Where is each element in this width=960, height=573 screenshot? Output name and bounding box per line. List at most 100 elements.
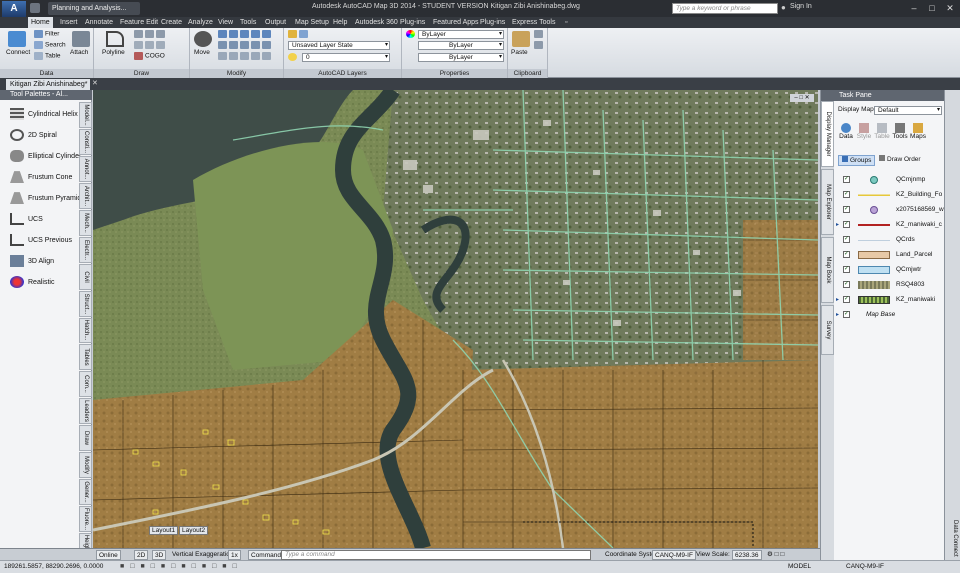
layer-row[interactable]: ✓ QCrds <box>836 233 944 247</box>
layer-tools-row[interactable] <box>288 30 310 38</box>
palette-tab[interactable]: Annot... <box>79 155 92 182</box>
attach-button[interactable]: Attach <box>70 49 88 56</box>
tab-insert[interactable]: Insert <box>57 17 81 28</box>
arc-tool-icon[interactable] <box>134 41 167 49</box>
modify-tools-row2[interactable] <box>218 41 273 49</box>
attach-icon[interactable] <box>72 31 90 47</box>
color-wheel-icon[interactable] <box>406 30 417 38</box>
draw-order-button[interactable]: Draw Order <box>876 155 924 166</box>
palette-item-ucs[interactable]: UCS <box>10 211 43 229</box>
palette-item-cylindrical-helix[interactable]: Cylindrical Helix <box>10 106 78 124</box>
layer-visibility-checkbox[interactable]: ✓ <box>843 281 850 288</box>
layer-state-select[interactable]: Unsaved Layer State <box>288 41 390 50</box>
palette-item-frustum-pyramid[interactable]: Frustum Pyramid <box>10 190 81 208</box>
layer-row[interactable]: ▸ ✓ Map Base <box>836 308 944 322</box>
tab-plug-ins[interactable]: Plug-ins <box>397 17 428 28</box>
layer-row[interactable]: ✓ RSQ4803 <box>836 278 944 292</box>
table-tool[interactable]: Table <box>874 123 890 140</box>
ribbon-group-label-layers[interactable]: AutoCAD Layers <box>284 69 401 78</box>
display-map-select[interactable]: Default <box>874 106 942 115</box>
copy-icon[interactable] <box>534 30 545 38</box>
workspace-switcher[interactable]: Planning and Analysis... <box>48 2 140 15</box>
layer-row[interactable]: ▸ ✓ KZ_maniwaki <box>836 293 944 307</box>
palette-tab[interactable]: Fluore... <box>79 506 92 533</box>
palette-tab[interactable]: Leaders <box>79 398 92 425</box>
palette-tab[interactable]: Com... <box>79 371 92 398</box>
palette-item-3d-align[interactable]: 3D Align <box>10 253 54 271</box>
layer-row[interactable]: ✓ QCmjnmp <box>836 173 944 187</box>
expand-icon[interactable]: ▸ <box>836 293 839 307</box>
coordinate-system-select[interactable]: CANQ-M9-IF <box>652 550 696 560</box>
ribbon-group-label-data[interactable]: Data <box>0 69 93 78</box>
command-button[interactable]: Command <box>248 550 284 560</box>
palette-item-elliptical-cylinder[interactable]: Elliptical Cylinder <box>10 148 81 166</box>
tab-tools[interactable]: Tools <box>237 17 259 28</box>
layer-visibility-checkbox[interactable]: ✓ <box>843 191 850 198</box>
tab-autodesk-360[interactable]: Autodesk 360 <box>352 17 401 28</box>
tools-tool[interactable]: Tools <box>892 123 908 140</box>
color-select[interactable]: ByLayer <box>418 30 504 39</box>
tab-layout1[interactable]: Layout1 <box>149 526 179 535</box>
task-pane-side-tab[interactable]: Display Manager <box>821 101 834 167</box>
palette-tab[interactable]: Gener... <box>79 479 92 506</box>
connect-button[interactable]: Connect <box>6 49 30 56</box>
layer-row[interactable]: ✓ QCmjwtr <box>836 263 944 277</box>
tab-analyze[interactable]: Analyze <box>185 17 216 28</box>
modify-tools-row3[interactable] <box>218 52 273 60</box>
task-pane-side-tab[interactable]: Map Book <box>821 237 834 303</box>
palette-tab[interactable]: Hatch... <box>79 317 92 344</box>
layer-visibility-checkbox[interactable]: ✓ <box>843 236 850 243</box>
layer-row[interactable]: ✓ KZ_Building_Fo <box>836 188 944 202</box>
document-tab[interactable]: Kitigan Zibi Anishinabeg* <box>6 79 90 90</box>
lineweight-select[interactable]: ByLayer <box>418 53 504 62</box>
view-scale-value[interactable]: 6238.36 <box>732 550 762 560</box>
modify-tools-row1[interactable] <box>218 30 273 38</box>
layer-visibility-checkbox[interactable]: ✓ <box>843 311 850 318</box>
model-space-button[interactable]: MODEL <box>788 563 811 570</box>
data-connect-tab[interactable]: Data Connect <box>952 520 958 557</box>
search-input[interactable]: Type a keyword or phrase <box>672 3 778 14</box>
map-canvas[interactable]: – □ ✕ <box>93 90 818 548</box>
layer-visibility-checkbox[interactable]: ✓ <box>843 176 850 183</box>
expand-icon[interactable]: ▸ <box>836 308 839 322</box>
expand-icon[interactable]: ▸ <box>836 218 839 232</box>
task-pane-title[interactable]: Task Pane <box>821 90 945 101</box>
filter-button[interactable]: Filter <box>34 30 59 38</box>
tab-create[interactable]: Create <box>158 17 185 28</box>
tab-layout2[interactable]: Layout2 <box>179 526 209 535</box>
tab-plug-ins-2[interactable]: Plug-ins <box>477 17 508 28</box>
online-button[interactable]: Online <box>96 550 121 560</box>
palette-tab[interactable]: Tables <box>79 344 92 371</box>
layer-bulb-icon[interactable] <box>288 53 299 61</box>
mode-3d-button[interactable]: 3D <box>152 550 167 560</box>
layer-visibility-checkbox[interactable]: ✓ <box>843 206 850 213</box>
tab-feature-edit[interactable]: Feature Edit <box>117 17 161 28</box>
sign-in-button[interactable]: Sign In <box>790 3 812 10</box>
palette-tab[interactable]: Civil <box>79 263 92 290</box>
vertical-exaggeration-select[interactable]: 1x <box>228 550 241 560</box>
layer-row[interactable]: ✓ x2075168569_w <box>836 203 944 217</box>
status-toggles[interactable]: ■□■□■□■□■□■□ <box>120 563 243 570</box>
palette-item-ucs-previous[interactable]: UCS Previous <box>10 232 72 250</box>
minimize-icon[interactable]: – <box>906 2 922 14</box>
table-button[interactable]: Table <box>34 52 61 60</box>
palette-tab[interactable]: Draw <box>79 425 92 452</box>
layer-select[interactable]: 0 <box>302 53 390 62</box>
polyline-icon[interactable] <box>106 31 124 47</box>
palette-tab[interactable]: Mech... <box>79 209 92 236</box>
connect-icon[interactable] <box>8 31 26 47</box>
tab-output[interactable]: Output <box>262 17 289 28</box>
maximize-icon[interactable]: □ <box>924 2 940 14</box>
tab-map-setup[interactable]: Map Setup <box>292 17 332 28</box>
paste-button[interactable]: Paste <box>511 49 528 56</box>
line-tool-icon[interactable] <box>134 30 167 38</box>
paste-icon[interactable] <box>512 31 530 47</box>
app-logo[interactable]: A <box>2 1 26 17</box>
tab-view[interactable]: View <box>215 17 236 28</box>
ribbon-group-label-clipboard[interactable]: Clipboard <box>508 69 547 78</box>
polyline-button[interactable]: Polyline <box>102 49 125 56</box>
command-input[interactable]: Type a command <box>281 550 591 560</box>
layer-visibility-checkbox[interactable]: ✓ <box>843 221 850 228</box>
palette-item-2d-spiral[interactable]: 2D Spiral <box>10 127 57 145</box>
palette-tab[interactable]: Struct... <box>79 290 92 317</box>
